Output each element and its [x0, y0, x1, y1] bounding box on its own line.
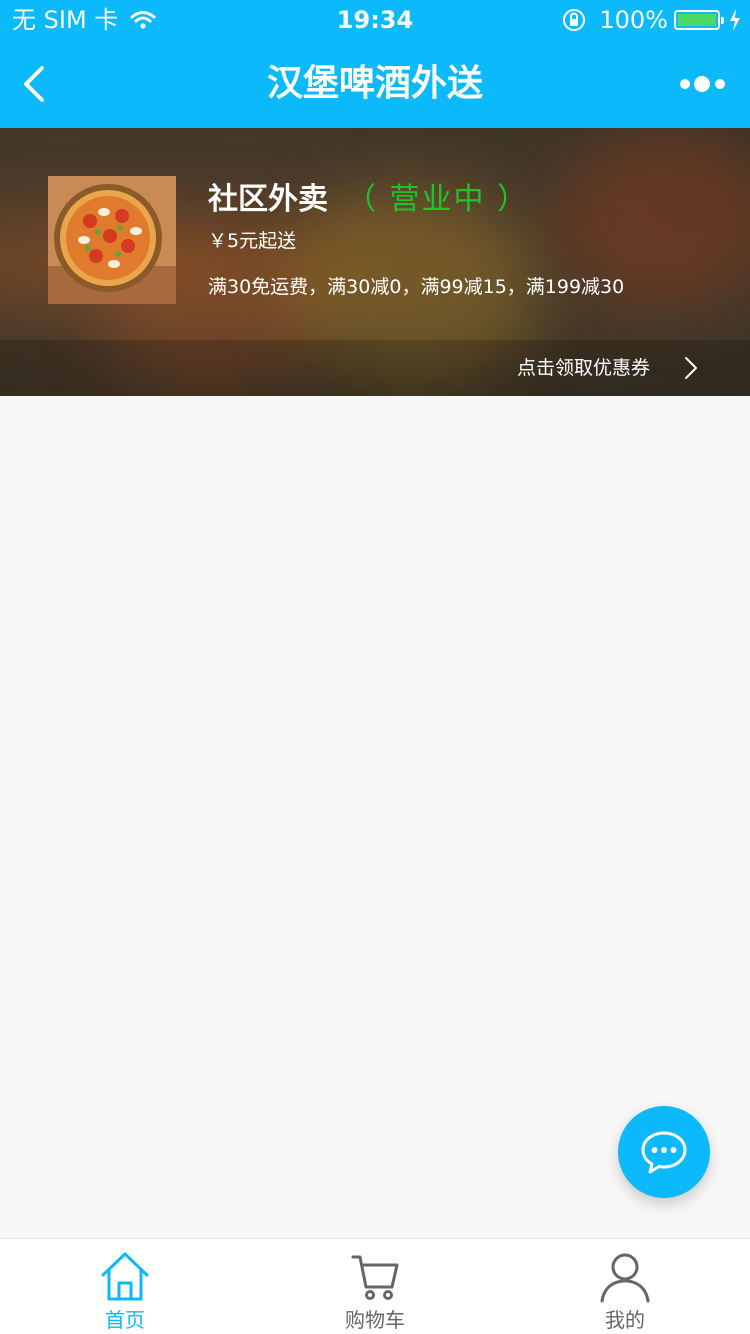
- shop-thumbnail: [48, 176, 176, 304]
- battery-group: 100%: [561, 5, 742, 35]
- tab-home[interactable]: 首页: [0, 1239, 250, 1334]
- chat-button[interactable]: [618, 1106, 710, 1198]
- rotation-lock-icon: [563, 9, 586, 31]
- battery-icon: [674, 10, 724, 30]
- tab-profile[interactable]: 我的: [500, 1239, 750, 1334]
- tab-bar: 首页 购物车 我的: [0, 1238, 750, 1334]
- pizza-image: [48, 176, 176, 304]
- tab-label: 我的: [605, 1308, 645, 1332]
- chat-bubble-icon: [641, 1131, 687, 1174]
- user-icon: [600, 1253, 650, 1303]
- charging-icon: [730, 9, 740, 31]
- status-bar: 无 SIM 卡 19:34 100%: [0, 0, 750, 40]
- shop-status: （ 营业中 ）: [346, 182, 530, 217]
- coupon-bar[interactable]: 点击领取优惠券: [0, 340, 750, 396]
- more-button[interactable]: [678, 70, 728, 98]
- cart-icon: [351, 1255, 399, 1300]
- battery-percent: 100%: [599, 6, 668, 34]
- shop-name: 社区外卖: [208, 182, 328, 217]
- navigation-bar: 汉堡啤酒外送: [0, 40, 750, 128]
- chevron-right-icon: [685, 357, 697, 379]
- home-icon: [101, 1252, 149, 1301]
- page-title: 汉堡啤酒外送: [266, 63, 483, 104]
- tab-label: 首页: [105, 1308, 145, 1332]
- promotions: 满30免运费，满30减0，满99减15，满199减30: [208, 276, 625, 298]
- coupon-link[interactable]: 点击领取优惠券: [517, 340, 650, 396]
- tab-label: 购物车: [345, 1308, 405, 1332]
- tab-cart[interactable]: 购物车: [250, 1239, 500, 1334]
- shop-header: 社区外卖 （ 营业中 ） ￥5元起送 满30免运费，满30减0，满99减15，满…: [0, 128, 750, 396]
- minimum-order: ￥5元起送: [208, 230, 297, 252]
